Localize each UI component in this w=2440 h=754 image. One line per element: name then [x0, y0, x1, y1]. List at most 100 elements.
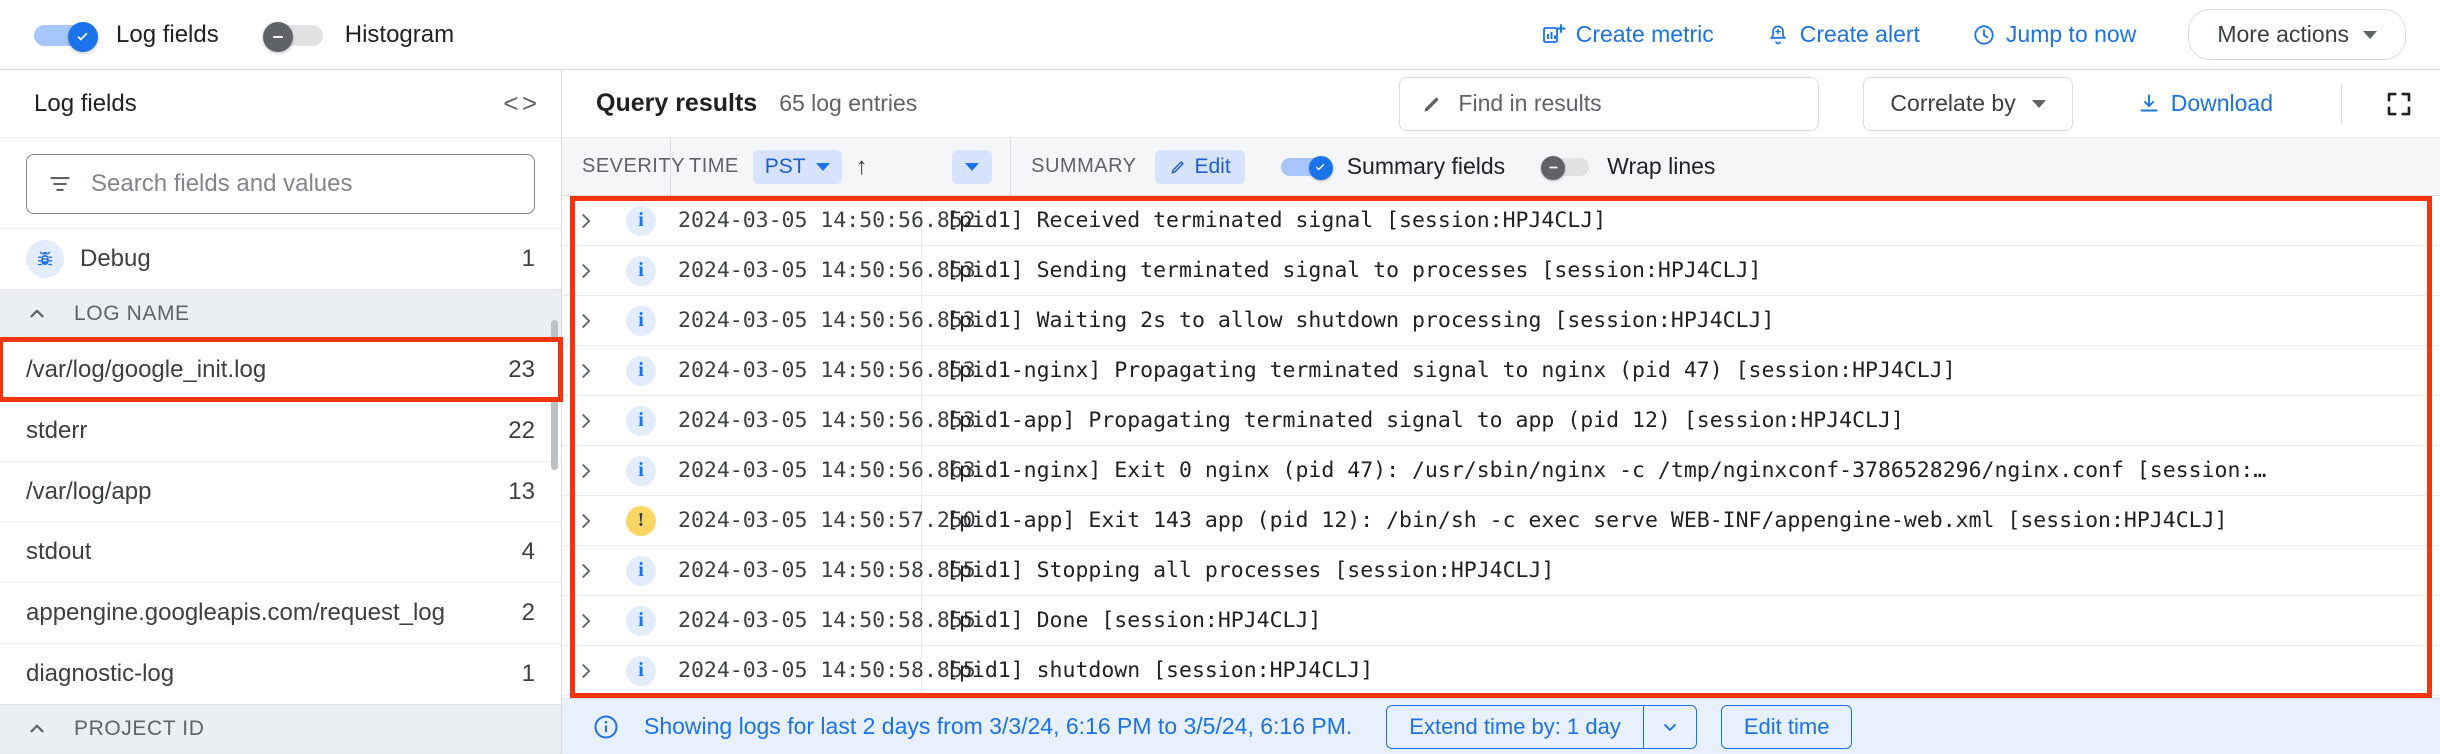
query-results-panel: Query results 65 log entries Find in res…	[562, 70, 2440, 754]
edit-time-button[interactable]: Edit time	[1721, 705, 1853, 749]
timestamp-cell: 2024-03-05 14:50:56.853	[672, 246, 922, 295]
table-row[interactable]: i2024-03-05 14:50:58.855[pid1] shutdown …	[562, 646, 2440, 696]
extend-time-button[interactable]: Extend time by: 1 day	[1386, 705, 1643, 749]
sidebar-group-label: LOG NAME	[74, 302, 190, 326]
sort-ascending-icon[interactable]: ↑	[856, 153, 869, 181]
find-in-results-input[interactable]: Find in results	[1399, 77, 1819, 131]
pen-icon	[1420, 92, 1444, 116]
expand-row-button[interactable]	[562, 360, 610, 382]
sidebar-item-label: /var/log/app	[26, 478, 492, 506]
download-button[interactable]: Download	[2111, 80, 2299, 127]
timestamp-cell: 2024-03-05 14:50:56.853	[672, 396, 922, 445]
summary-cell: [pid1-nginx] Exit 0 nginx (pid 47): /usr…	[922, 458, 2440, 483]
sidebar-item-count: 13	[508, 478, 535, 506]
info-icon: i	[626, 406, 656, 436]
summary-cell: [pid1] Sending terminated signal to proc…	[922, 258, 2440, 283]
correlate-by-button[interactable]: Correlate by	[1863, 77, 2072, 131]
expand-row-button[interactable]	[562, 610, 610, 632]
search-fields-row: Search fields and values	[0, 138, 561, 228]
download-icon	[2137, 92, 2161, 116]
log-table-column-bar: SEVERITY TIME PST ↑ SUMMARY	[562, 138, 2440, 196]
severity-cell: i	[610, 556, 672, 586]
code-brackets-icon[interactable]: < >	[503, 88, 535, 119]
chevron-right-icon	[575, 560, 597, 582]
timestamp-cell: 2024-03-05 14:50:56.853	[672, 346, 922, 395]
chevron-right-icon	[575, 210, 597, 232]
sidebar-item-label: diagnostic-log	[26, 660, 506, 688]
summary-fields-toggle[interactable]	[1281, 156, 1333, 178]
table-row[interactable]: i2024-03-05 14:50:58.855[pid1] Done [ses…	[562, 596, 2440, 646]
table-row[interactable]: i2024-03-05 14:50:56.852[pid1] Received …	[562, 196, 2440, 246]
expand-row-button[interactable]	[562, 510, 610, 532]
severity-cell: i	[610, 356, 672, 386]
content-area: Log fields < > Search fields and values	[0, 70, 2440, 754]
sidebar-group-log-name[interactable]: LOG NAME	[0, 289, 561, 339]
table-row[interactable]: i2024-03-05 14:50:56.853[pid1-app] Propa…	[562, 396, 2440, 446]
table-row[interactable]: !2024-03-05 14:50:57.250[pid1-app] Exit …	[562, 496, 2440, 546]
search-fields-input[interactable]: Search fields and values	[26, 154, 535, 214]
info-icon: i	[626, 256, 656, 286]
sidebar-item-request-log[interactable]: appengine.googleapis.com/request_log 2	[0, 582, 561, 643]
expand-row-button[interactable]	[562, 460, 610, 482]
table-row[interactable]: i2024-03-05 14:50:56.853[pid1] Waiting 2…	[562, 296, 2440, 346]
jump-to-now-button[interactable]: Jump to now	[1946, 11, 2162, 58]
severity-cell: i	[610, 306, 672, 336]
severity-cell: !	[610, 506, 672, 536]
table-row[interactable]: i2024-03-05 14:50:56.863[pid1-nginx] Exi…	[562, 446, 2440, 496]
sidebar-group-label: PROJECT ID	[74, 717, 204, 741]
severity-cell: i	[610, 656, 672, 686]
sidebar-item-count: 22	[508, 417, 535, 445]
expand-row-button[interactable]	[562, 210, 610, 232]
sidebar-item-count: 23	[508, 356, 535, 384]
expand-row-button[interactable]	[562, 560, 610, 582]
timezone-label: PST	[765, 155, 806, 179]
table-row[interactable]: i 2024-03-05 14:50:56.853[pid1] Sending t…	[562, 246, 2440, 296]
edit-summary-button[interactable]: Edit	[1155, 150, 1245, 184]
histogram-toggle[interactable]	[263, 22, 327, 48]
chevron-right-icon	[575, 510, 597, 532]
expand-row-button[interactable]	[562, 660, 610, 682]
timezone-selector[interactable]: PST	[753, 150, 842, 184]
timestamp-cell: 2024-03-05 14:50:58.855	[672, 546, 922, 595]
table-row[interactable]: i 2024-03-05 14:50:58.855[pid1] Stopping …	[562, 546, 2440, 596]
timestamp-cell: 2024-03-05 14:50:56.853	[672, 296, 922, 345]
histogram-toggle-group: Histogram	[263, 21, 454, 49]
timestamp-cell: 2024-03-05 14:50:56.852	[672, 196, 922, 245]
log-fields-toggle-label: Log fields	[116, 21, 219, 49]
extend-time-menu-button[interactable]	[1643, 705, 1697, 749]
check-icon	[1313, 160, 1328, 175]
sidebar-group-project-id[interactable]: PROJECT ID	[0, 704, 561, 754]
table-row[interactable]: i2024-03-05 14:50:56.853[pid1-nginx] Pro…	[562, 346, 2440, 396]
sidebar-item-stderr[interactable]: stderr 22	[0, 400, 561, 461]
info-icon: i	[626, 556, 656, 586]
wrap-lines-toggle[interactable]	[1541, 156, 1593, 178]
sidebar-item-var-log-app[interactable]: /var/log/app 13	[0, 461, 561, 522]
more-actions-button[interactable]: More actions	[2188, 9, 2406, 60]
sidebar-item-stdout[interactable]: stdout 4	[0, 521, 561, 582]
summary-cell: [pid1] Stopping all processes [session:H…	[922, 558, 2440, 583]
summary-cell: [pid1] shutdown [session:HPJ4CLJ]	[922, 658, 2440, 683]
top-actions-group: Create metric Create alert Jump to now M	[1516, 9, 2406, 60]
expand-row-button[interactable]	[562, 410, 610, 432]
pencil-icon	[1169, 158, 1187, 176]
column-header-severity: SEVERITY	[562, 155, 670, 178]
sidebar-item-google-init-log[interactable]: /var/log/google_init.log 23	[0, 339, 561, 400]
sidebar-item-diagnostic-log[interactable]: diagnostic-log 1	[0, 643, 561, 704]
sidebar-item-label: stderr	[26, 417, 492, 445]
timestamp-cell: 2024-03-05 14:50:58.855	[672, 596, 922, 645]
expand-row-button[interactable]	[562, 260, 610, 282]
toggle-knob	[1541, 156, 1565, 180]
create-metric-button[interactable]: Create metric	[1516, 11, 1740, 58]
sidebar-item-label: stdout	[26, 538, 506, 566]
severity-cell: i	[610, 456, 672, 486]
create-alert-button[interactable]: Create alert	[1740, 11, 1946, 58]
log-fields-toggle[interactable]	[34, 22, 98, 48]
fullscreen-icon[interactable]	[2384, 89, 2414, 119]
download-label: Download	[2171, 90, 2273, 117]
sidebar-item-count: 1	[522, 660, 535, 688]
expand-row-button[interactable]	[562, 310, 610, 332]
jump-to-now-label: Jump to now	[2006, 21, 2136, 48]
time-column-menu-button[interactable]	[952, 150, 992, 184]
header-divider	[2341, 84, 2342, 124]
sidebar-item-debug[interactable]: Debug 1	[0, 228, 561, 289]
